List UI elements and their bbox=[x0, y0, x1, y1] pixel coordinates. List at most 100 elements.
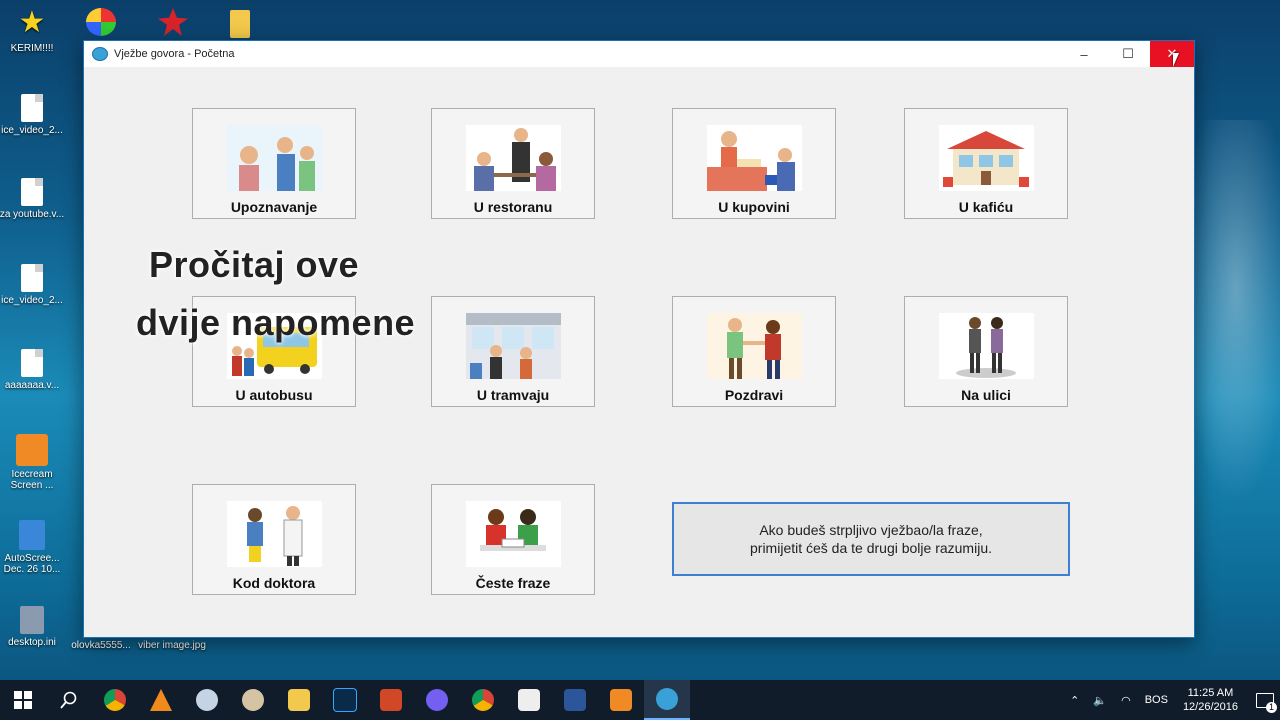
close-button[interactable]: ✕ bbox=[1150, 41, 1194, 67]
taskbar-vjezbe-govora[interactable] bbox=[644, 680, 690, 720]
paint-icon bbox=[242, 689, 264, 711]
desktop-icon-video-2[interactable]: ice_video_2... bbox=[0, 264, 67, 306]
desktop-icon-kerim[interactable]: ★ KERIM!!!! bbox=[0, 6, 67, 54]
clock-date: 12/26/2016 bbox=[1182, 701, 1238, 713]
volume-icon[interactable]: 🔈 bbox=[1093, 694, 1107, 707]
taskbar-chrome[interactable] bbox=[92, 680, 138, 720]
desktop-icon-label: desktop.ini bbox=[8, 637, 56, 648]
tile-kod-doktora[interactable]: Kod doktora bbox=[192, 484, 356, 595]
desktop-icon-video-1[interactable]: ice_video_2... bbox=[0, 94, 67, 136]
tile-label: Kod doktora bbox=[232, 575, 316, 591]
maximize-button[interactable]: ☐ bbox=[1106, 41, 1150, 67]
tile-label: U tramvaju bbox=[476, 387, 550, 403]
title-bar[interactable]: Vježbe govora - Početna – ☐ ✕ bbox=[84, 41, 1194, 67]
desktop-icon-icecream[interactable]: Icecream Screen ... bbox=[0, 434, 67, 491]
desktop-icon-youtube[interactable]: za youtube.v... bbox=[0, 178, 67, 220]
taskbar-chrome-2[interactable] bbox=[460, 680, 506, 720]
start-button[interactable] bbox=[0, 680, 46, 720]
window-title: Vježbe govora - Početna bbox=[114, 48, 235, 60]
tip-note-panel: Ako budeš strpljivo vježbao/la fraze, pr… bbox=[672, 502, 1070, 576]
tile-na-ulici[interactable]: Na ulici bbox=[904, 296, 1068, 407]
tile-u-kupovini[interactable]: U kupovini bbox=[672, 108, 836, 219]
app-icon bbox=[196, 689, 218, 711]
action-center-button[interactable]: 1 bbox=[1250, 680, 1280, 720]
desktop-icon-label: ice_video_2... bbox=[1, 125, 63, 136]
meeting-people-icon bbox=[227, 125, 322, 191]
taskbar-icecream[interactable] bbox=[598, 680, 644, 720]
tram-icon bbox=[466, 313, 561, 379]
tile-label: U kupovini bbox=[718, 199, 790, 215]
desktop-icon-olovka[interactable]: olovka5555... bbox=[66, 640, 136, 651]
tile-u-kaficu[interactable]: U kafiću bbox=[904, 108, 1068, 219]
chrome-icon bbox=[472, 689, 494, 711]
red-star-icon[interactable] bbox=[158, 8, 188, 36]
taskbar-photoshop[interactable] bbox=[322, 680, 368, 720]
word-icon bbox=[564, 689, 586, 711]
desktop-icon-label: AutoScree... Dec. 26 10... bbox=[3, 553, 61, 575]
app-shortcut-icon[interactable] bbox=[86, 8, 116, 36]
tip-note-line-1: Ako budeš strpljivo vježbao/la fraze, bbox=[759, 522, 983, 538]
file-icon bbox=[21, 94, 43, 122]
tile-label: U restoranu bbox=[473, 199, 553, 215]
clock-time: 11:25 AM bbox=[1187, 687, 1234, 699]
taskbar-word[interactable] bbox=[552, 680, 598, 720]
windows-logo-icon bbox=[14, 691, 32, 709]
tile-label: U autobusu bbox=[235, 387, 313, 403]
taskbar-app-4[interactable] bbox=[184, 680, 230, 720]
tile-upoznavanje[interactable]: Upoznavanje bbox=[192, 108, 356, 219]
desktop-icon-viber-image[interactable]: viber image.jpg bbox=[137, 640, 207, 651]
minimize-button[interactable]: – bbox=[1062, 41, 1106, 67]
system-tray: ⌃ 🔈 ◠ BOS 11:25 AM 12/26/2016 1 bbox=[1063, 680, 1280, 720]
folder-icon[interactable] bbox=[230, 10, 250, 38]
taskbar: ⌃ 🔈 ◠ BOS 11:25 AM 12/26/2016 1 bbox=[0, 680, 1280, 720]
tile-label: Pozdravi bbox=[724, 387, 784, 403]
mouse-cursor-icon bbox=[1173, 53, 1185, 67]
taskbar-vlc[interactable] bbox=[138, 680, 184, 720]
tile-label: Česte fraze bbox=[475, 575, 551, 591]
viber-icon bbox=[426, 689, 448, 711]
greeting-icon bbox=[707, 313, 802, 379]
tile-u-restoranu[interactable]: U restoranu bbox=[431, 108, 595, 219]
doctor-icon bbox=[227, 501, 322, 567]
tile-label: Na ulici bbox=[961, 387, 1011, 403]
file-icon bbox=[21, 349, 43, 377]
clapperboard-icon bbox=[518, 689, 540, 711]
cafe-icon bbox=[939, 125, 1034, 191]
app-icon bbox=[92, 47, 108, 61]
file-icon bbox=[21, 264, 43, 292]
shopping-icon bbox=[707, 125, 802, 191]
taskbar-movie-maker[interactable] bbox=[506, 680, 552, 720]
folder-icon bbox=[288, 689, 310, 711]
desktop-icon-label: Icecream Screen ... bbox=[10, 469, 54, 491]
desktop-icon-autoscreen[interactable]: AutoScree... Dec. 26 10... bbox=[0, 520, 67, 575]
clock[interactable]: 11:25 AM 12/26/2016 bbox=[1183, 686, 1238, 714]
chrome-icon bbox=[104, 689, 126, 711]
taskbar-file-explorer[interactable] bbox=[276, 680, 322, 720]
photoshop-icon bbox=[333, 688, 357, 712]
search-button[interactable] bbox=[46, 680, 92, 720]
taskbar-paint[interactable] bbox=[230, 680, 276, 720]
taskbar-powerpoint[interactable] bbox=[368, 680, 414, 720]
desktop-icon-label: aaaaaaa.v... bbox=[4, 380, 60, 391]
taskbar-viber[interactable] bbox=[414, 680, 460, 720]
settings-file-icon bbox=[20, 606, 44, 634]
street-icon bbox=[939, 313, 1034, 379]
app-icon bbox=[656, 688, 678, 710]
network-icon[interactable]: ◠ bbox=[1121, 694, 1131, 707]
desktop-icon-desktop-ini[interactable]: desktop.ini bbox=[0, 606, 67, 648]
desktop-icon-label: olovka5555... bbox=[71, 640, 131, 651]
chevron-up-icon[interactable]: ⌃ bbox=[1070, 694, 1079, 707]
tile-label: U kafiću bbox=[958, 199, 1014, 215]
star-icon: ★ bbox=[18, 6, 46, 39]
phrases-icon bbox=[466, 501, 561, 567]
notification-count: 1 bbox=[1266, 702, 1277, 713]
overlay-line-2: dvije napomene bbox=[136, 302, 416, 343]
desktop-icon-label: za youtube.v... bbox=[0, 209, 65, 220]
language-indicator[interactable]: BOS bbox=[1145, 694, 1168, 706]
powerpoint-icon bbox=[380, 689, 402, 711]
tile-ceste-fraze[interactable]: Česte fraze bbox=[431, 484, 595, 595]
tile-pozdravi[interactable]: Pozdravi bbox=[672, 296, 836, 407]
tip-note-line-2: primijetit ćeš da te drugi bolje razumij… bbox=[750, 540, 992, 556]
desktop-icon-aaaa[interactable]: aaaaaaa.v... bbox=[0, 349, 67, 391]
search-icon bbox=[60, 691, 77, 709]
